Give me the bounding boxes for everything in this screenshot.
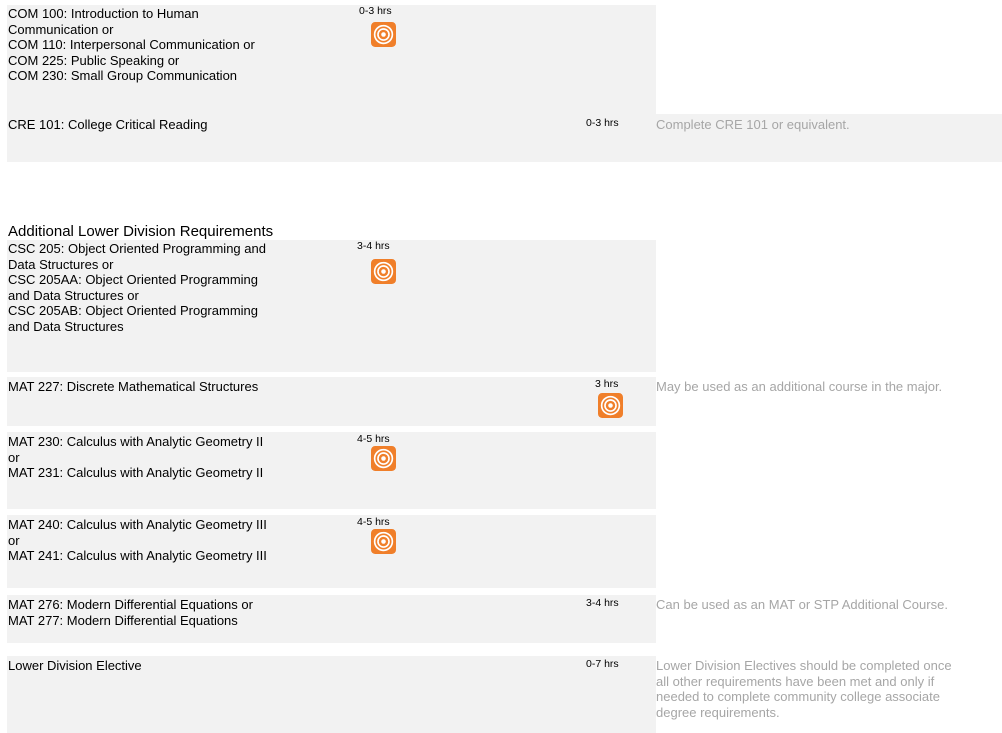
course-name: MAT 240: Calculus with Analytic Geometry… <box>8 517 267 563</box>
target-icon[interactable] <box>371 259 396 284</box>
hours-label: 4-5 hrs <box>357 433 390 445</box>
course-name: MAT 276: Modern Differential Equations o… <box>8 597 253 628</box>
requirement-note: May be used as an additional course in t… <box>656 379 943 394</box>
target-icon[interactable] <box>371 446 396 471</box>
hours-label: 3 hrs <box>595 378 619 390</box>
hours-label: 0-7 hrs <box>586 658 619 670</box>
hours-label: 4-5 hrs <box>357 516 390 528</box>
hours-label: 0-3 hrs <box>359 5 392 17</box>
hours-label: 0-3 hrs <box>586 117 619 129</box>
course-name: CRE 101: College Critical Reading <box>8 117 208 132</box>
requirement-note: Complete CRE 101 or equivalent. <box>656 117 850 132</box>
course-name: CSC 205: Object Oriented Programming and… <box>8 241 266 334</box>
target-icon[interactable] <box>371 22 396 47</box>
target-icon[interactable] <box>371 529 396 554</box>
target-icon[interactable] <box>598 393 623 418</box>
section-title: Additional Lower Division Requirements <box>8 223 274 240</box>
course-name: Lower Division Elective <box>8 658 142 673</box>
course-name: MAT 227: Discrete Mathematical Structure… <box>8 379 259 394</box>
hours-label: 3-4 hrs <box>357 240 390 252</box>
requirement-note: Lower Division Electives should be compl… <box>656 658 952 720</box>
course-name: COM 100: Introduction to Human Communica… <box>8 6 255 83</box>
hours-label: 3-4 hrs <box>586 597 619 609</box>
requirement-note: Can be used as an MAT or STP Additional … <box>656 597 948 612</box>
course-name: MAT 230: Calculus with Analytic Geometry… <box>8 434 264 480</box>
